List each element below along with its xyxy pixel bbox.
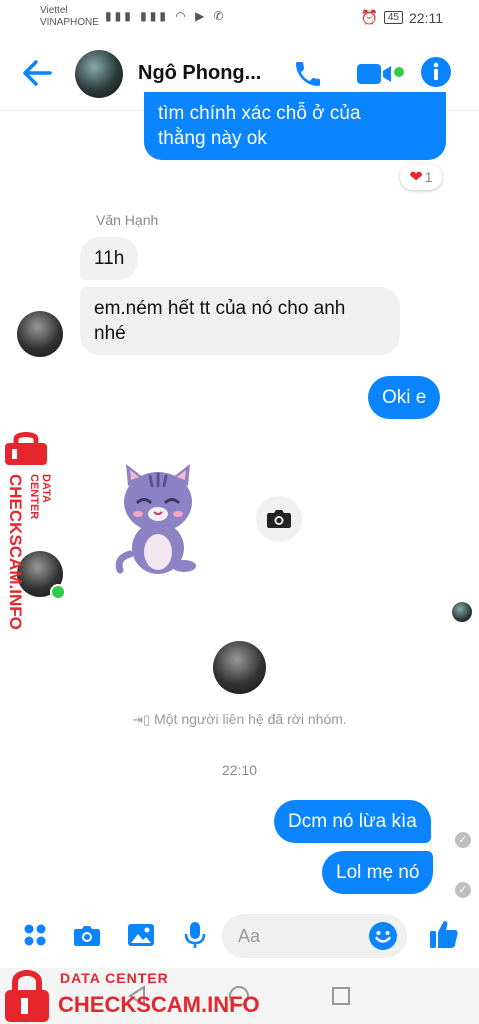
contact-name[interactable]: Ngô Phong... — [138, 62, 261, 85]
message-bubble-incoming[interactable]: 11h — [80, 237, 139, 280]
camera-icon[interactable] — [72, 920, 102, 950]
watermark-side-top: DATA CENTER — [28, 474, 52, 520]
mic-icon[interactable] — [180, 920, 210, 950]
watermark-side: DATA CENTER CHECKSCAM.INFO — [2, 430, 52, 630]
sent-check-icon: ✓ — [455, 832, 471, 848]
message-bubble-outgoing[interactable]: tìm chính xác chỗ ở của thằng này ok — [144, 92, 446, 160]
image-icon[interactable] — [126, 920, 156, 950]
watermark-bottom: DATA CENTER CHECKSCAM.INFO — [0, 962, 300, 1024]
info-icon[interactable] — [420, 56, 452, 88]
battery-icon: 45 — [383, 11, 403, 24]
carrier-2: VINAPHONE — [40, 17, 99, 28]
cat-sticker[interactable] — [112, 462, 204, 580]
status-right: ⏰ 45 22:11 — [360, 9, 443, 26]
left-member-avatar — [213, 641, 266, 694]
message-bubble-outgoing[interactable]: Dcm nó lừa kìa — [274, 800, 431, 843]
leave-icon: ⇥▯ — [132, 712, 151, 727]
heart-icon: ❤ — [409, 169, 423, 186]
sent-check-icon: ✓ — [455, 882, 471, 898]
online-status-dot — [394, 67, 404, 77]
system-message: ⇥▯ Một người liên hệ đã rời nhóm. — [0, 711, 479, 728]
system-message-text: Một người liên hệ đã rời nhóm. — [154, 711, 347, 727]
carrier-info: Viettel VINAPHONE — [40, 5, 99, 29]
emoji-icon[interactable] — [368, 921, 398, 951]
lock-icon — [5, 970, 49, 1022]
save-sticker-button[interactable] — [256, 496, 302, 542]
watermark-bottom-brand: CHECKSCAM.INFO — [58, 992, 260, 1017]
message-input-placeholder: Aa — [238, 926, 261, 946]
message-bubble-outgoing[interactable]: Oki e — [368, 376, 441, 419]
nav-recents-icon[interactable] — [330, 985, 352, 1007]
alarm-icon: ⏰ — [360, 9, 378, 25]
message-bubble-outgoing[interactable]: Lol mẹ nó — [322, 851, 434, 894]
composer-bar: Aa — [0, 904, 479, 968]
reaction-badge[interactable]: ❤ 1 — [400, 164, 442, 190]
status-bar: Viettel VINAPHONE ▮▮▮ ▮▮▮ ◠ ▶ ✆ ⏰ 45 22:… — [0, 0, 479, 36]
signal-icons: ▮▮▮ ▮▮▮ ◠ ▶ ✆ — [105, 9, 227, 23]
sender-avatar[interactable] — [17, 311, 63, 357]
lock-icon — [5, 432, 47, 465]
clock: 22:11 — [409, 9, 443, 26]
carrier-1: Viettel — [40, 5, 68, 16]
message-input[interactable]: Aa — [222, 914, 407, 958]
watermark-side-brand: CHECKSCAM.INFO — [6, 474, 25, 630]
watermark-bottom-top: DATA CENTER — [60, 970, 169, 986]
read-receipt-avatar — [452, 602, 472, 622]
camera-icon — [267, 510, 291, 528]
phone-icon[interactable] — [292, 58, 324, 90]
timestamp: 22:10 — [221, 762, 258, 778]
apps-icon[interactable] — [20, 920, 50, 950]
like-icon[interactable] — [428, 918, 460, 950]
back-arrow-icon[interactable] — [20, 56, 54, 90]
reaction-count: 1 — [424, 169, 433, 185]
contact-avatar[interactable] — [75, 50, 123, 98]
message-bubble-incoming[interactable]: em.ném hết tt của nó cho anh nhé — [80, 287, 400, 355]
sender-name: Văn Hạnh — [96, 212, 159, 228]
online-status-dot — [50, 584, 66, 600]
video-icon[interactable] — [356, 60, 392, 88]
